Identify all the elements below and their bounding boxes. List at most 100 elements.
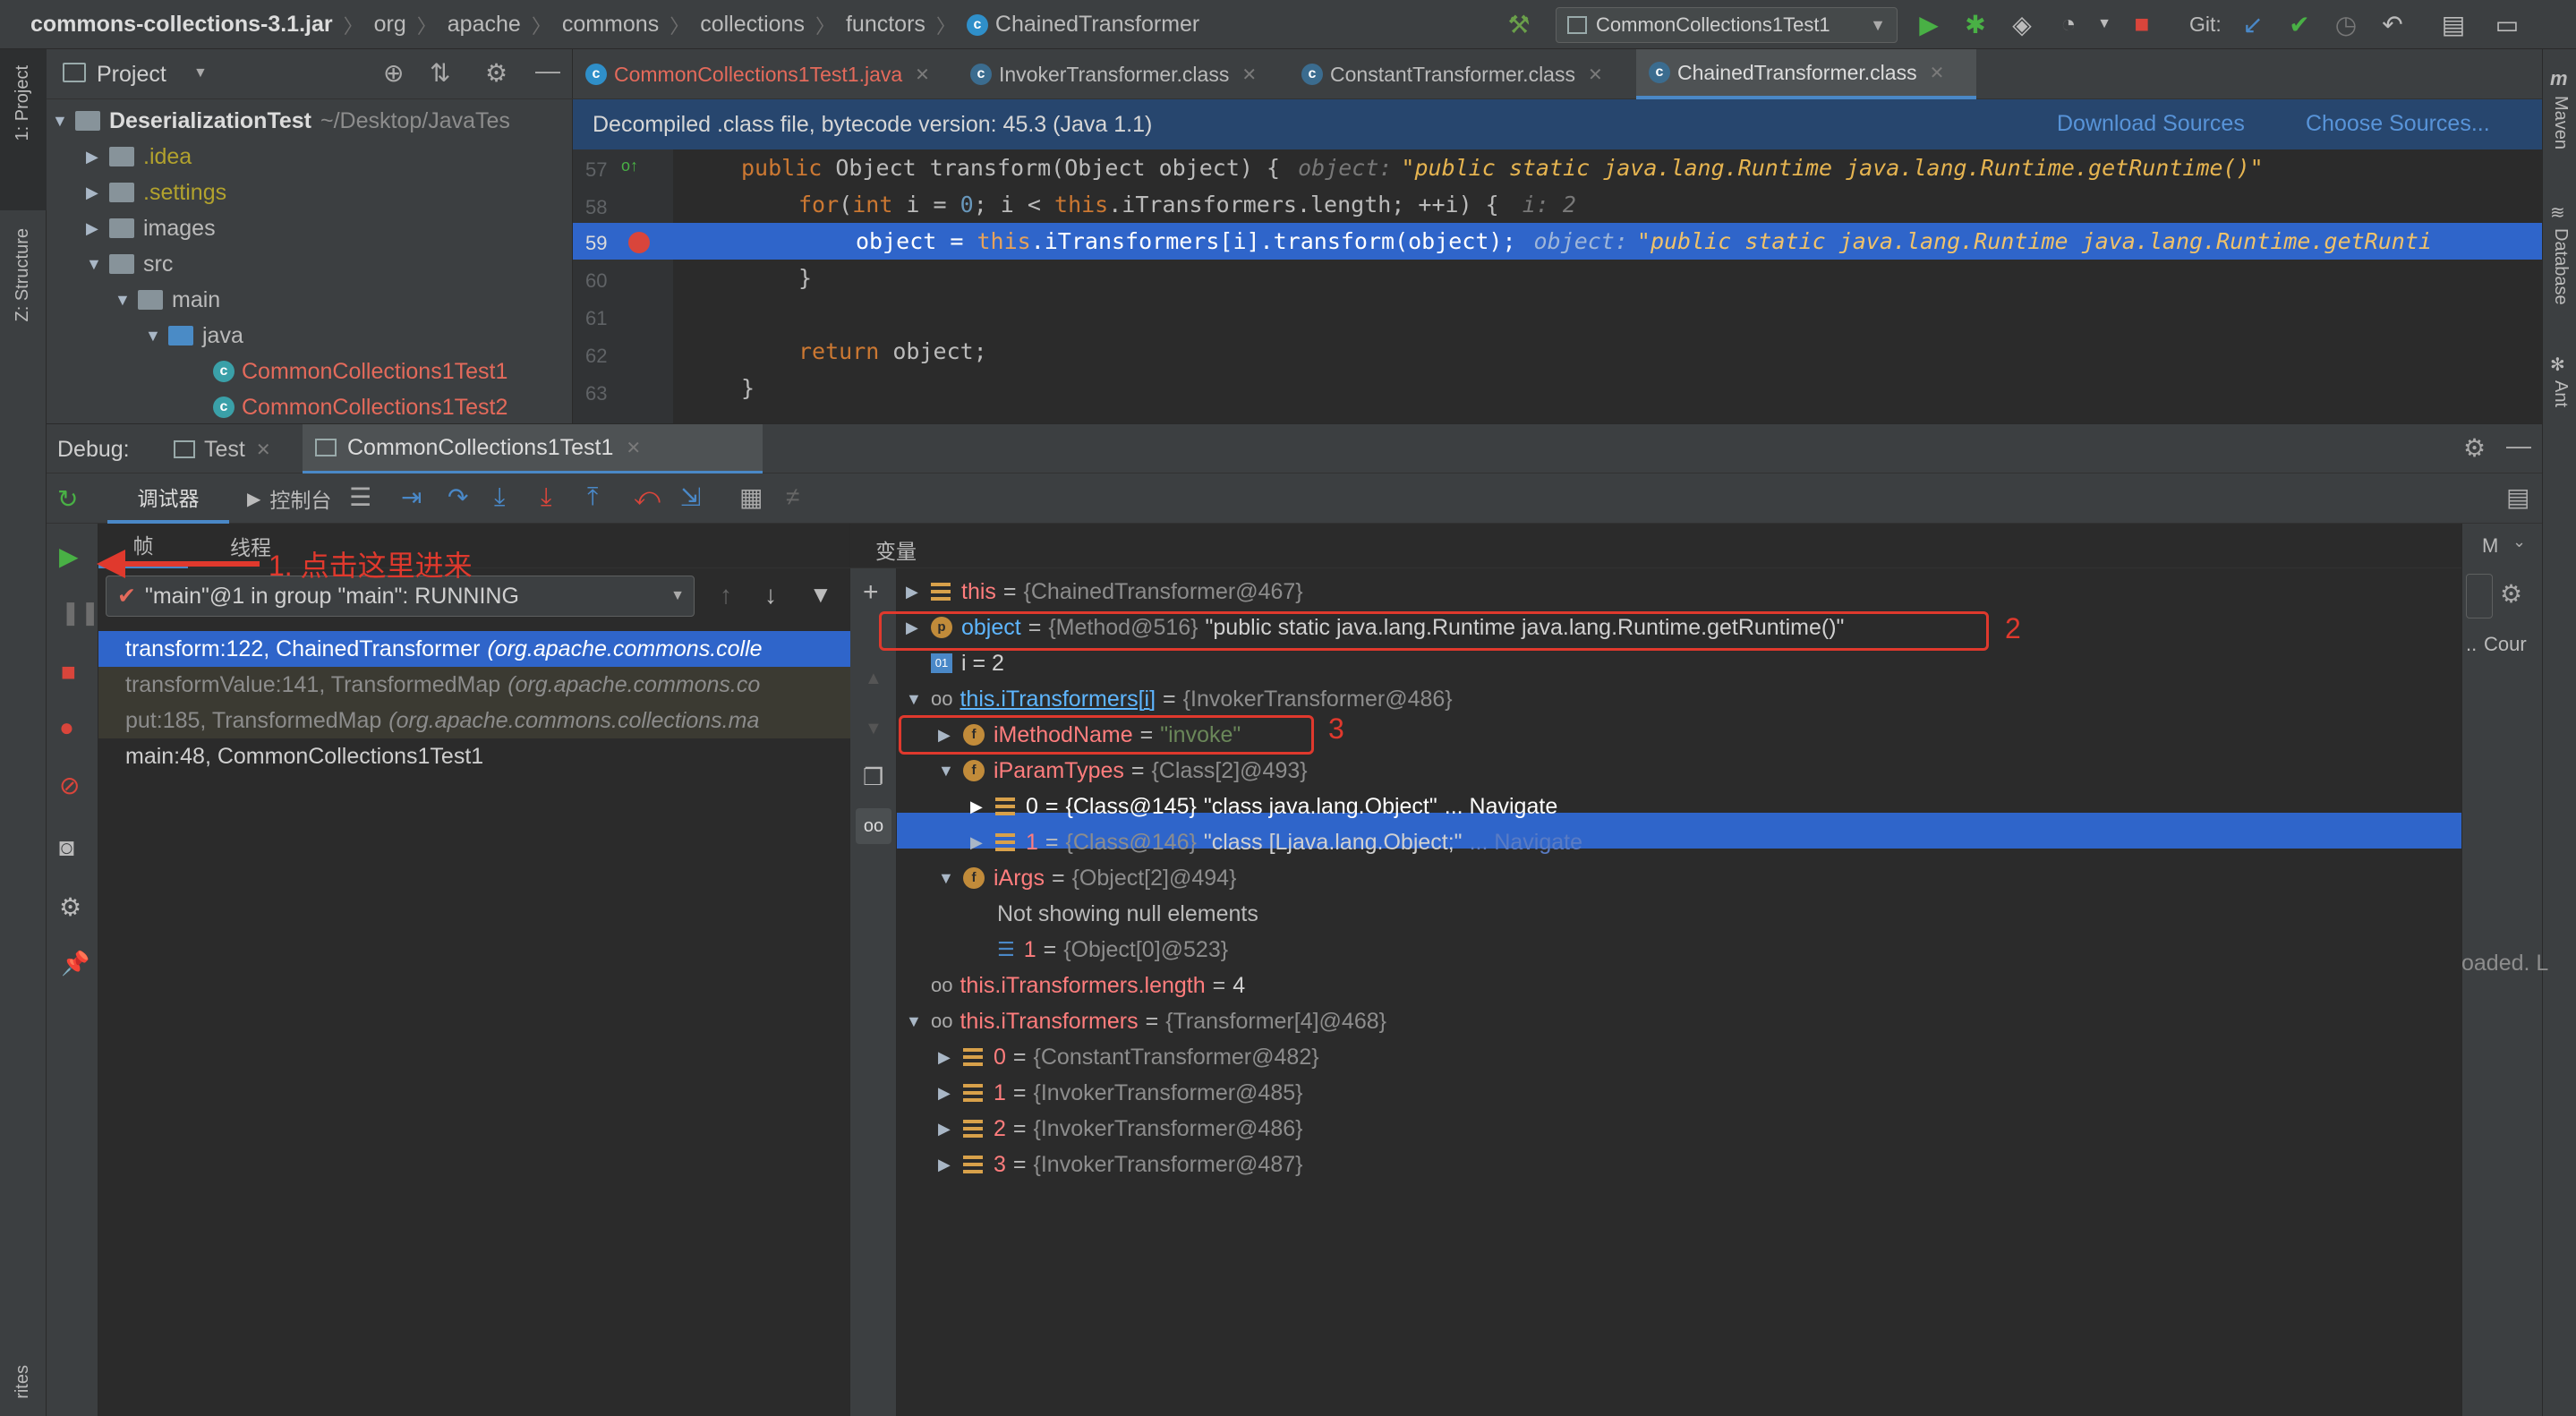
ant-tool-label[interactable]: Ant [2550,380,2571,407]
step-over-icon[interactable]: ↷ [448,482,468,512]
close-icon[interactable]: ✕ [1588,64,1603,86]
breadcrumb-collections[interactable]: collections [700,12,805,38]
var-iparamtypes-0[interactable]: ▶ 0 = {Class@145} "class java.lang.Object… [970,789,1557,824]
arrow-up-icon[interactable]: ▲ [865,669,883,689]
frame-row[interactable]: put:185, TransformedMap (org.apache.commo… [98,703,850,738]
debug-tab-session[interactable]: CommonCollections1Test1 ✕ [303,424,763,474]
tab-invokertransformer[interactable]: c InvokerTransformer.class ✕ [958,49,1289,99]
var-transformers-length[interactable]: oo this.iTransformers.length = 4 [931,968,1245,1003]
var-transformers[interactable]: ▼ oo this.iTransformers = {Transformer[4]@… [906,1003,1386,1039]
mute-breakpoints-icon[interactable]: ⊘ [59,771,80,800]
arrow-down-icon[interactable]: ▼ [865,719,883,739]
git-update-icon[interactable]: ↙ [2238,9,2268,39]
tree-item-main[interactable]: ▼ main [115,282,220,318]
project-panel-title[interactable]: Project [97,62,166,88]
restore-layout-icon[interactable]: ▤ [2506,482,2529,512]
close-icon[interactable]: ✕ [915,64,930,86]
var-iargs-1[interactable]: ☰ 1 = {Object[0]@523} [997,932,1228,968]
run-to-cursor-icon[interactable]: ⇲ [680,482,701,512]
implements-icon[interactable]: o↑ [621,157,638,175]
tree-item-images[interactable]: ▶ images [86,210,216,246]
navigate-link[interactable]: ... Navigate [1470,830,1582,856]
frame-row[interactable]: transformValue:141, TransformedMap (org.a… [98,667,850,703]
evaluate-expression-icon[interactable]: ▦ [739,482,763,512]
var-iparamtypes[interactable]: ▼ f iParamTypes = {Class[2]@493} [938,753,1308,789]
tree-item-test1[interactable]: c CommonCollections1Test1 [213,354,508,389]
tab-console[interactable]: ▶ 控制台 [229,473,331,524]
gear-icon[interactable]: ⚙ [2463,433,2486,463]
download-sources-link[interactable]: Download Sources [2057,111,2245,137]
project-structure-icon[interactable]: ▤ [2438,9,2469,39]
layout-menu-icon[interactable]: ☰ [349,482,371,512]
var-transformers-2[interactable]: ▶ 2 = {InvokerTransformer@486} [938,1111,1303,1147]
gear-icon[interactable]: ⚙ [59,892,81,922]
coverage-icon[interactable]: ◈ [2007,9,2037,39]
force-step-into-icon[interactable]: ⤓ [541,482,551,512]
var-transformers-1[interactable]: ▶ 1 = {InvokerTransformer@485} [938,1075,1303,1111]
run-icon[interactable]: ▶ [1914,9,1944,39]
var-current-transformer[interactable]: ▼ oo this.iTransformers[i] = {InvokerTrans… [906,681,1453,717]
tab-chainedtransformer[interactable]: c ChainedTransformer.class ✕ [1636,49,1976,99]
tree-item-settings[interactable]: ▶ .settings [86,175,226,210]
frame-row[interactable]: main:48, CommonCollections1Test1 [98,738,850,774]
step-out-icon[interactable]: ⤒ [587,482,598,512]
var-transformers-3[interactable]: ▶ 3 = {InvokerTransformer@487} [938,1147,1303,1182]
tab-debugger[interactable]: 调试器 [107,473,229,524]
camera-icon[interactable]: ◙ [59,833,74,862]
rollback-icon[interactable]: ↶ [2377,9,2408,39]
presentation-icon[interactable]: ▭ [2492,9,2522,39]
breadcrumb-functors[interactable]: functors [846,12,925,38]
trace-stream-icon[interactable]: ≠ [786,482,799,511]
resume-icon[interactable]: ▶ [59,542,79,571]
tree-item-java[interactable]: ▼ java [145,318,243,354]
chevron-down-icon[interactable]: ▼ [2089,9,2120,39]
breadcrumb-org[interactable]: org [374,12,406,38]
close-icon[interactable]: ✕ [1241,64,1257,86]
tree-item-test2[interactable]: c CommonCollections1Test2 [213,389,508,425]
show-watches-icon[interactable]: oo [856,808,891,844]
profile-icon[interactable]: ◔ [2053,9,2084,39]
add-watch-icon[interactable]: + [863,577,879,608]
close-icon[interactable]: ✕ [256,439,271,461]
arrow-down-icon[interactable]: ↓ [764,581,777,610]
structure-tool-label[interactable]: Z: Structure [13,228,33,321]
var-this[interactable]: ▶ this = {ChainedTransformer@467} [906,574,1303,610]
pin-icon[interactable]: 📌 [61,950,90,977]
debug-bug-icon[interactable]: ✱ [1960,9,1991,39]
favorites-tool-label[interactable]: rites [13,1365,33,1399]
minimize-icon[interactable]: — [2506,431,2531,460]
arrow-up-icon[interactable]: ↑ [720,581,732,610]
var-i[interactable]: 01 i = 2 [931,645,1004,681]
git-commit-icon[interactable]: ✔ [2284,9,2315,39]
locate-target-icon[interactable]: ⊕ [383,58,404,88]
drop-frame-icon[interactable]: ⤺ [634,482,661,512]
chevron-down-icon[interactable]: ⌄ [2512,533,2526,551]
pause-icon[interactable]: ❚❚ [61,599,100,627]
tree-item-src[interactable]: ▼ src [86,246,173,282]
run-config-select[interactable]: CommonCollections1Test1 ▼ [1556,7,1898,43]
code-editor[interactable]: public Object transform(Object object) {… [673,149,2542,423]
gear-icon[interactable]: ⚙ [2500,579,2522,609]
gear-icon[interactable]: ⚙ [485,58,508,88]
close-icon[interactable]: ✕ [1930,62,1945,84]
minimize-icon[interactable]: — [535,56,560,85]
var-iparamtypes-1[interactable]: ▶ 1 = {Class@146} "class [Ljava.lang.Obje… [970,824,1582,860]
copy-icon[interactable]: ❐ [863,763,883,791]
stop-icon[interactable]: ■ [2127,9,2157,39]
tree-root[interactable]: ▼ DeserializationTest ~/Desktop/JavaTes [52,103,510,139]
breakpoint-icon[interactable] [628,232,650,253]
close-icon[interactable]: ✕ [626,437,641,459]
debug-tab-test[interactable]: Test ✕ [174,424,271,474]
stop-icon[interactable]: ■ [61,658,76,687]
rerun-icon[interactable]: ↻ [57,484,78,514]
breadcrumb-class[interactable]: ChainedTransformer [995,12,1199,38]
chevron-down-icon[interactable]: ▼ [193,65,208,81]
database-tool-label[interactable]: Database [2550,228,2571,305]
watch-input[interactable] [2466,574,2493,618]
choose-sources-link[interactable]: Choose Sources... [2306,111,2490,137]
tab-commoncollections1test1[interactable]: c CommonCollections1Test1.java ✕ [573,49,958,99]
git-history-icon[interactable]: ◷ [2331,9,2361,39]
var-transformers-0[interactable]: ▶ 0 = {ConstantTransformer@482} [938,1039,1319,1075]
build-hammer-icon[interactable]: ⚒ [1504,9,1534,39]
collapse-all-icon[interactable]: ⇅ [430,58,450,88]
